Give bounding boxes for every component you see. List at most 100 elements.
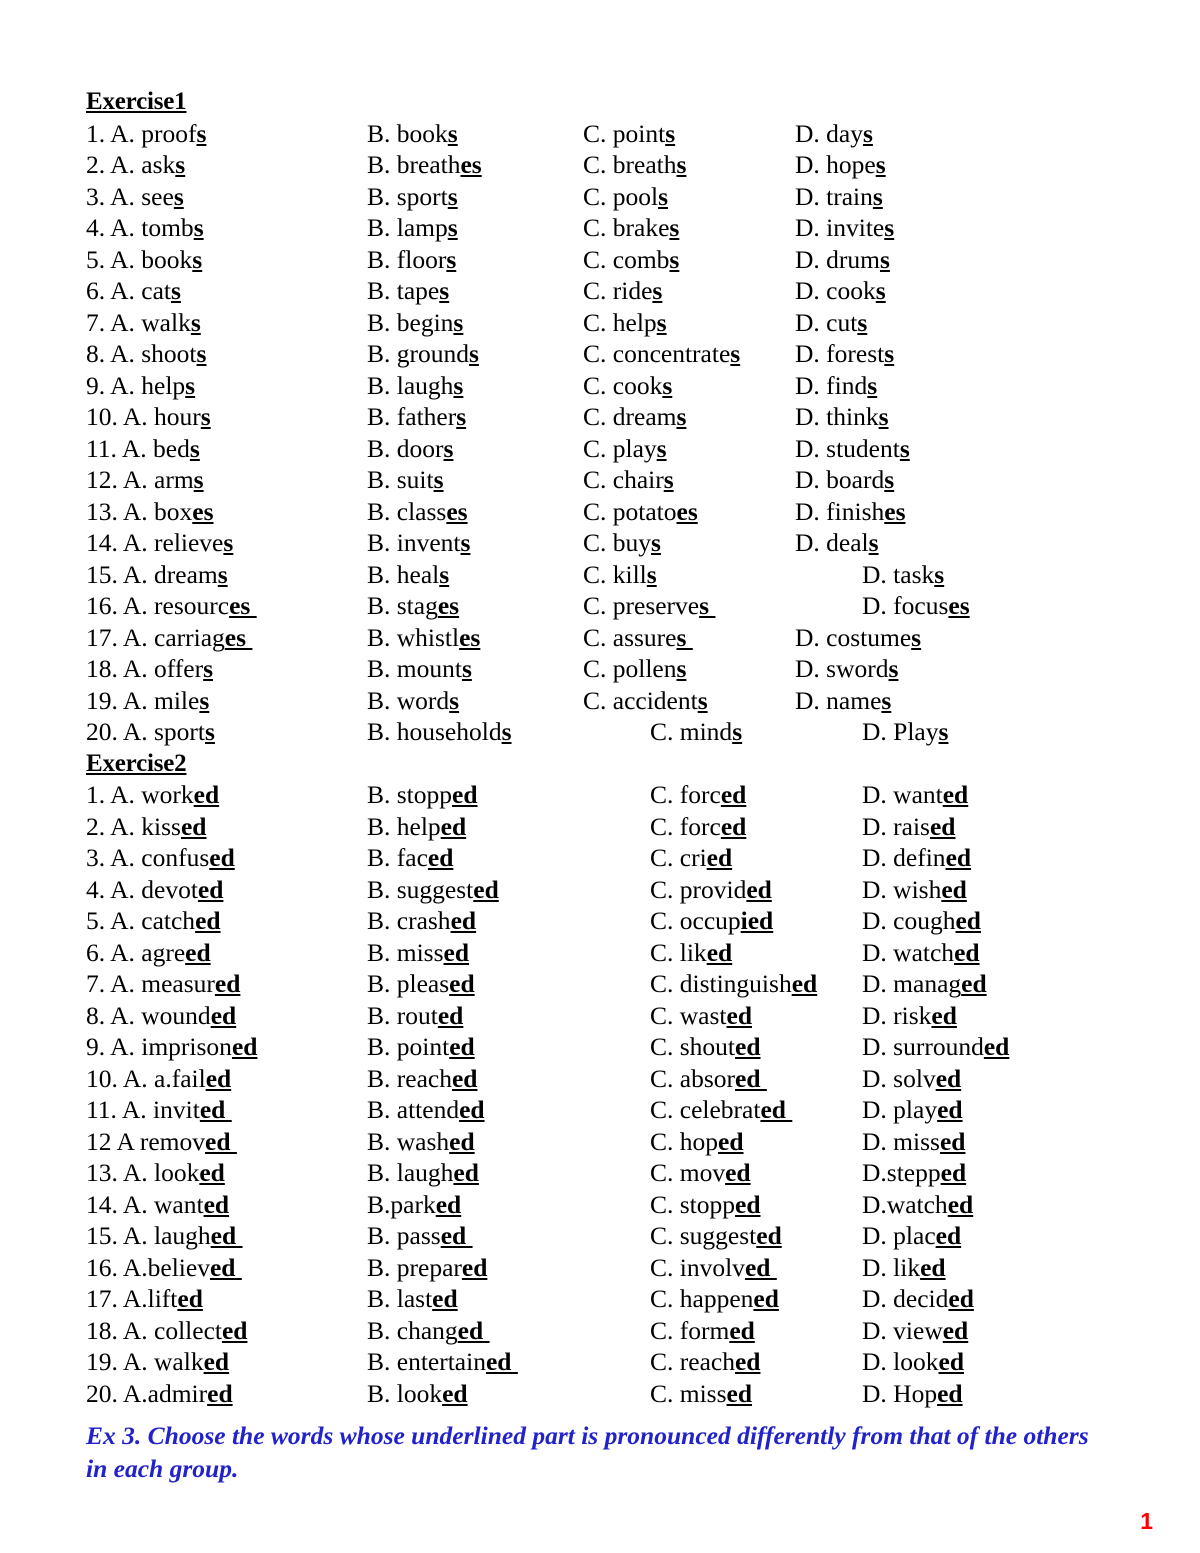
answer-option-c[interactable]: C. buys [583, 527, 661, 559]
answer-option-d[interactable]: D. drums [795, 244, 890, 276]
answer-option-c[interactable]: C. minds [650, 716, 742, 748]
answer-option-d[interactable]: D. risked [862, 1000, 957, 1032]
answer-option-d[interactable]: D. wished [862, 874, 967, 906]
answer-option-a[interactable]: 4. A. devoted [86, 874, 223, 906]
answer-option-b[interactable]: B.parked [367, 1189, 461, 1221]
answer-option-b[interactable]: B. suggested [367, 874, 499, 906]
answer-option-c[interactable]: C. wasted [650, 1000, 752, 1032]
answer-option-d[interactable]: D. invites [795, 212, 894, 244]
answer-option-a[interactable]: 10. A. a.failed [86, 1063, 231, 1095]
answer-option-b[interactable]: B. lamps [367, 212, 458, 244]
answer-option-a[interactable]: 10. A. hours [86, 401, 211, 433]
answer-option-d[interactable]: D. deals [795, 527, 879, 559]
answer-option-a[interactable]: 9. A. imprisoned [86, 1031, 257, 1063]
answer-option-d[interactable]: D. decided [862, 1283, 974, 1315]
answer-option-a[interactable]: 18. A. offers [86, 653, 213, 685]
answer-option-c[interactable]: C. missed [650, 1378, 752, 1410]
answer-option-a[interactable]: 12 A removed [86, 1126, 237, 1158]
answer-option-c[interactable]: C. concentrates [583, 338, 740, 370]
answer-option-a[interactable]: 11. A. beds [86, 433, 200, 465]
answer-option-d[interactable]: D. liked [862, 1252, 946, 1284]
answer-option-d[interactable]: D. finds [795, 370, 877, 402]
answer-option-a[interactable]: 8. A. shoots [86, 338, 206, 370]
answer-option-a[interactable]: 3. A. sees [86, 181, 184, 213]
answer-option-c[interactable]: C. accidents [583, 685, 708, 717]
answer-option-c[interactable]: C. points [583, 118, 675, 150]
answer-option-d[interactable]: D. placed [862, 1220, 961, 1252]
answer-option-a[interactable]: 19. A. miles [86, 685, 209, 717]
answer-option-d[interactable]: D. surrounded [862, 1031, 1009, 1063]
answer-option-b[interactable]: B. fathers [367, 401, 466, 433]
answer-option-b[interactable]: B. stopped [367, 779, 478, 811]
answer-option-c[interactable]: C. distinguished [650, 968, 817, 1000]
answer-option-d[interactable]: D. watched [862, 937, 980, 969]
answer-option-d[interactable]: D. days [795, 118, 873, 150]
answer-option-b[interactable]: B. helped [367, 811, 466, 843]
answer-option-b[interactable]: B. passed [367, 1220, 473, 1252]
answer-option-d[interactable]: D. raised [862, 811, 955, 843]
answer-option-d[interactable]: D. viewed [862, 1315, 968, 1347]
answer-option-c[interactable]: C. formed [650, 1315, 755, 1347]
answer-option-a[interactable]: 18. A. collected [86, 1315, 247, 1347]
answer-option-c[interactable]: C. reached [650, 1346, 760, 1378]
answer-option-b[interactable]: B. suits [367, 464, 444, 496]
answer-option-a[interactable]: 20. A. sports [86, 716, 215, 748]
answer-option-b[interactable]: B. pleased [367, 968, 475, 1000]
answer-option-c[interactable]: C. cooks [583, 370, 672, 402]
answer-option-d[interactable]: D. trains [795, 181, 883, 213]
answer-option-a[interactable]: 19. A. walked [86, 1346, 229, 1378]
answer-option-a[interactable]: 13. A. boxes [86, 496, 214, 528]
answer-option-d[interactable]: D. swords [795, 653, 898, 685]
answer-option-d[interactable]: D. focuses [862, 590, 970, 622]
answer-option-b[interactable]: B. heals [367, 559, 449, 591]
answer-option-d[interactable]: D. finishes [795, 496, 906, 528]
answer-option-c[interactable]: C. shouted [650, 1031, 761, 1063]
answer-option-c[interactable]: C. forced [650, 779, 746, 811]
answer-option-a[interactable]: 1. A. proofs [86, 118, 206, 150]
answer-option-a[interactable]: 17. A. carriages [86, 622, 252, 654]
answer-option-b[interactable]: B. routed [367, 1000, 463, 1032]
answer-option-d[interactable]: D. cooks [795, 275, 886, 307]
answer-option-d[interactable]: D. forests [795, 338, 894, 370]
answer-option-d[interactable]: D. solved [862, 1063, 961, 1095]
answer-option-b[interactable]: B. invents [367, 527, 470, 559]
answer-option-b[interactable]: B. attended [367, 1094, 485, 1126]
answer-option-b[interactable]: B. pointed [367, 1031, 475, 1063]
answer-option-b[interactable]: B. begins [367, 307, 463, 339]
answer-option-c[interactable]: C. helps [583, 307, 667, 339]
answer-option-a[interactable]: 2. A. kissed [86, 811, 206, 843]
answer-option-a[interactable]: 13. A. looked [86, 1157, 225, 1189]
answer-option-c[interactable]: C. cried [650, 842, 732, 874]
answer-option-d[interactable]: D. looked [862, 1346, 964, 1378]
answer-option-c[interactable]: C. hoped [650, 1126, 744, 1158]
answer-option-b[interactable]: B. doors [367, 433, 453, 465]
answer-option-b[interactable]: B. whistles [367, 622, 480, 654]
answer-option-b[interactable]: B. missed [367, 937, 469, 969]
answer-option-c[interactable]: C. liked [650, 937, 732, 969]
answer-option-b[interactable]: B. stages [367, 590, 459, 622]
answer-option-b[interactable]: B. books [367, 118, 458, 150]
answer-option-d[interactable]: D. Plays [862, 716, 948, 748]
answer-option-c[interactable]: C. suggested [650, 1220, 782, 1252]
answer-option-c[interactable]: C. dreams [583, 401, 686, 433]
answer-option-a[interactable]: 17. A.lifted [86, 1283, 203, 1315]
answer-option-a[interactable]: 20. A.admired [86, 1378, 233, 1410]
answer-option-a[interactable]: 4. A. tombs [86, 212, 204, 244]
answer-option-b[interactable]: B. faced [367, 842, 453, 874]
answer-option-d[interactable]: D. defined [862, 842, 971, 874]
answer-option-c[interactable]: C. pollens [583, 653, 686, 685]
answer-option-b[interactable]: B. classes [367, 496, 468, 528]
answer-option-a[interactable]: 14. A. wanted [86, 1189, 229, 1221]
answer-option-c[interactable]: C. forced [650, 811, 746, 843]
answer-option-c[interactable]: C. occupied [650, 905, 773, 937]
answer-option-d[interactable]: D. cuts [795, 307, 867, 339]
answer-option-a[interactable]: 5. A. catched [86, 905, 221, 937]
answer-option-c[interactable]: C. combs [583, 244, 679, 276]
answer-option-c[interactable]: C. potatoes [583, 496, 698, 528]
answer-option-b[interactable]: B. mounts [367, 653, 472, 685]
answer-option-b[interactable]: B. households [367, 716, 512, 748]
answer-option-b[interactable]: B. crashed [367, 905, 476, 937]
answer-option-b[interactable]: B. tapes [367, 275, 449, 307]
answer-option-d[interactable]: D.stepped [862, 1157, 966, 1189]
answer-option-a[interactable]: 7. A. walks [86, 307, 201, 339]
